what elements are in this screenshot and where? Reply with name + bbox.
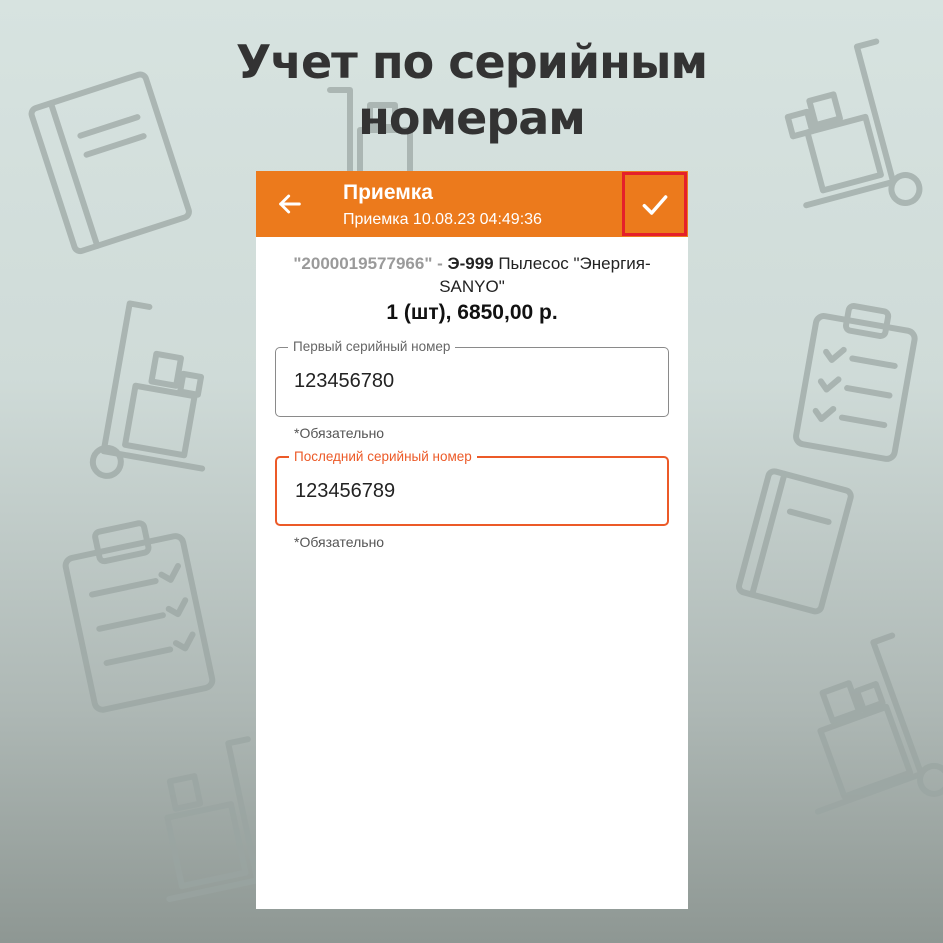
app-screen: Приемка Приемка 10.08.23 04:49:36 "20000… xyxy=(256,171,688,909)
checkmark-icon xyxy=(642,195,668,215)
hand-truck-icon xyxy=(814,632,943,815)
screen-subtitle: Приемка 10.08.23 04:49:36 xyxy=(343,211,542,228)
last-serial-label: Последний серийный номер xyxy=(289,448,477,466)
clipboard-icon xyxy=(793,303,918,462)
last-serial-hint: *Обязательно xyxy=(294,534,385,550)
book-icon xyxy=(735,468,854,615)
product-info: "2000019577966" - Э-999 Пылесос "Энергия… xyxy=(276,252,668,298)
confirm-button[interactable] xyxy=(622,172,687,236)
product-separator: - xyxy=(432,254,448,273)
first-serial-label: Первый серийный номер xyxy=(288,338,456,356)
clipboard-icon xyxy=(62,520,216,713)
product-barcode: "2000019577966" xyxy=(293,254,433,273)
app-bar: Приемка Приемка 10.08.23 04:49:36 xyxy=(256,171,688,237)
first-serial-input[interactable] xyxy=(294,370,644,393)
product-code: Э-999 xyxy=(447,254,494,273)
back-button[interactable] xyxy=(274,188,306,220)
headline-line-2: номерам xyxy=(358,91,586,145)
screen-title: Приемка xyxy=(343,181,433,204)
promo-headline: Учет по серийным номерам xyxy=(0,34,943,146)
hand-truck-icon xyxy=(89,300,206,479)
last-serial-field[interactable]: Последний серийный номер xyxy=(275,448,669,526)
last-serial-input[interactable] xyxy=(295,480,645,503)
arrow-left-icon xyxy=(279,194,301,214)
product-quantity-price: 1 (шт), 6850,00 р. xyxy=(386,301,558,324)
headline-line-1: Учет по серийным xyxy=(235,35,708,89)
first-serial-hint: *Обязательно xyxy=(294,425,385,441)
first-serial-field[interactable]: Первый серийный номер xyxy=(275,338,669,417)
